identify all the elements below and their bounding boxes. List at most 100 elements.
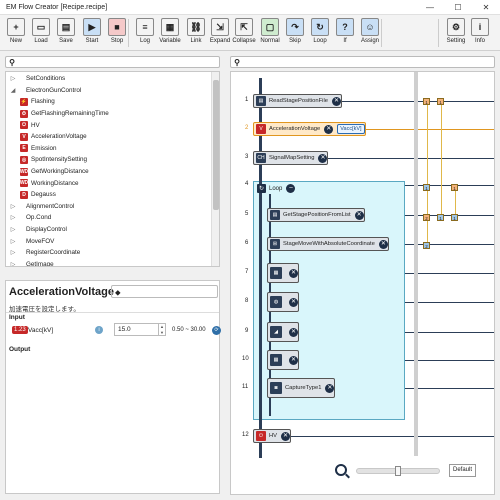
toolbar-start-button[interactable]: ▶ Start (80, 17, 104, 49)
collapsed-arrow-icon[interactable]: ▷ (8, 226, 18, 233)
minimize-button[interactable]: — (416, 0, 444, 15)
toolbar-collapse-button[interactable]: ⇱ Collapse (232, 17, 256, 49)
toolbar-setting-button[interactable]: ⚙ Setting (444, 17, 468, 49)
tree-item[interactable]: E Emission (6, 143, 212, 155)
tree-item-label: Emission (31, 144, 57, 152)
remove-node-icon[interactable]: ✕ (324, 124, 334, 134)
vacc-value-input[interactable]: 15.0 (114, 323, 159, 336)
flow-node[interactable]: ⏻ HV ✕ (253, 429, 292, 443)
flow-node[interactable]: V AccelerationVoltage ✕ Vacc[kV] (253, 122, 366, 136)
tree-item[interactable]: ▷ Op.Cond (6, 212, 212, 224)
variable-tag[interactable]: 1 (437, 214, 444, 221)
variable-tag[interactable]: 2 (423, 214, 430, 221)
toolbar-normal-button[interactable]: ▢ Normal (258, 17, 282, 49)
flow-canvas[interactable]: ↻ Loop − Default 1 2 3 4 5 6 7 8 9 10 11 12 ▤ ReadSta… (230, 71, 495, 495)
toolbar-expand-button[interactable]: ⇲ Expand (208, 17, 232, 49)
tree-scrollbar[interactable] (211, 72, 219, 266)
toolbar-label: Loop (313, 38, 327, 44)
collapsed-arrow-icon[interactable]: ▷ (8, 203, 18, 210)
collapse-icon: ⇱ (235, 18, 253, 36)
flow-node[interactable]: ▤ ReadStagePositionFile ✕ (253, 94, 342, 108)
zoom-slider-thumb[interactable] (395, 466, 401, 476)
loop-header[interactable]: ↻ Loop − (257, 184, 296, 193)
tag-field[interactable]: ⬥ (111, 285, 218, 298)
tree-item[interactable]: ◎ SpotIntensitySetting (6, 154, 212, 166)
toolbar-new-button[interactable]: + New (4, 17, 28, 49)
maximize-button[interactable]: ☐ (444, 0, 472, 15)
close-button[interactable]: ✕ (472, 0, 500, 15)
remove-node-icon[interactable]: ✕ (289, 268, 298, 278)
tree-item[interactable]: ▷ GetImage (6, 259, 212, 266)
remove-node-icon[interactable]: ✕ (289, 355, 298, 365)
flow-node[interactable]: ⊞ StageMoveWithAbsoluteCoordinate ✕ (267, 237, 389, 251)
variable-lane-divider[interactable] (414, 72, 418, 456)
toolbar-if-button[interactable]: ? If (333, 17, 357, 49)
row-number: 6 (245, 240, 249, 246)
toolbar-assign-button[interactable]: ☺ Assign (358, 17, 382, 49)
remove-node-icon[interactable]: ✕ (331, 96, 341, 106)
flow-node[interactable]: ◢ ✕ (267, 322, 299, 342)
remove-node-icon[interactable]: ✕ (378, 239, 388, 249)
collapsed-arrow-icon[interactable]: ▷ (8, 261, 18, 266)
input-section-label: Input (9, 314, 25, 321)
collapsed-arrow-icon[interactable]: ▷ (8, 214, 18, 221)
flow-node[interactable]: ▦ ✕ (267, 263, 299, 283)
link-variable-icon[interactable]: ⟳ (212, 326, 221, 335)
toolbar-log-button[interactable]: ≡ Log (133, 17, 157, 49)
flow-node[interactable]: ◍ ✕ (267, 292, 299, 312)
zoom-default-button[interactable]: Default (449, 464, 476, 477)
tree-scroll-thumb[interactable] (213, 80, 219, 210)
toolbar-variable-button[interactable]: ▦ Variable (158, 17, 182, 49)
collapse-loop-icon[interactable]: − (286, 184, 296, 193)
stop-icon: ■ (108, 18, 126, 36)
tree-item[interactable]: ▷ MoveFOV (6, 235, 212, 247)
flow-search-box[interactable]: ⚲ (230, 56, 495, 68)
tree-item[interactable]: WD GetWorkingDistance (6, 166, 212, 178)
variable-tag[interactable]: 1 (451, 214, 458, 221)
toolbar-save-button[interactable]: ▤ Save (54, 17, 78, 49)
variable-tag[interactable]: 2 (423, 242, 430, 249)
tree-item[interactable]: ▷ RegisterCoordinate (6, 247, 212, 259)
remove-node-icon[interactable]: ✕ (289, 327, 298, 337)
vacc-spinner[interactable]: ▲ ▼ (159, 323, 166, 336)
tree-search-box[interactable]: ⚲ (5, 56, 220, 68)
remove-node-icon[interactable]: ✕ (318, 153, 328, 163)
tree-item-label: MoveFOV (26, 237, 55, 245)
info-icon[interactable]: i (95, 326, 103, 334)
collapsed-arrow-icon[interactable]: ▷ (8, 238, 18, 245)
tree-item[interactable]: ▷ AlignmentControl (6, 201, 212, 213)
variable-tag[interactable]: 1 (437, 98, 444, 105)
toolbar-loop-button[interactable]: ↻ Loop (308, 17, 332, 49)
tree-item[interactable]: D Degauss (6, 189, 212, 201)
remove-node-icon[interactable]: ✕ (325, 383, 335, 393)
tree-item[interactable]: ▷ SetConditions (6, 73, 212, 85)
row-number: 11 (242, 384, 249, 390)
toolbar-link-button[interactable]: ⛓ Link (184, 17, 208, 49)
variable-tag[interactable]: 1 (423, 98, 430, 105)
remove-node-icon[interactable]: ✕ (289, 297, 298, 307)
variable-tag[interactable]: 1 (451, 184, 458, 191)
tree-item[interactable]: ⏻ HV (6, 119, 212, 131)
toolbar-label: Expand (209, 38, 231, 44)
remove-node-icon[interactable]: ✕ (281, 431, 291, 441)
collapsed-arrow-icon[interactable]: ▷ (8, 249, 18, 256)
tree-item[interactable]: WD WorkingDistance (6, 177, 212, 189)
toolbar-skip-button[interactable]: ↷ Skip (283, 17, 307, 49)
expanded-arrow-icon[interactable]: ◢ (8, 87, 18, 94)
tree-item[interactable]: ⚡ Flashing (6, 96, 212, 108)
flow-node[interactable]: ▤ GetStagePositionFromList ✕ (267, 208, 365, 222)
toolbar-stop-button[interactable]: ■ Stop (105, 17, 129, 49)
tree-item[interactable]: ⏱ GetFlashingRemainingTime (6, 108, 212, 120)
flow-node[interactable]: CH SignalMapSetting ✕ (253, 151, 329, 165)
flow-node[interactable]: ▦ ✕ (267, 350, 299, 370)
flow-node[interactable]: ◙ CaptureType1 ✕ (267, 378, 336, 398)
tree-item[interactable]: ◢ ElectronGunControl (6, 85, 212, 97)
toolbar-load-button[interactable]: ▭ Load (29, 17, 53, 49)
variable-tag[interactable]: 1 (423, 184, 430, 191)
variable-chip[interactable]: Vacc[kV] (337, 124, 365, 134)
toolbar-info-button[interactable]: i Info (468, 17, 492, 49)
remove-node-icon[interactable]: ✕ (354, 210, 364, 220)
tree-item[interactable]: ▷ DisplayControl (6, 224, 212, 236)
collapsed-arrow-icon[interactable]: ▷ (8, 75, 18, 82)
tree-item[interactable]: V AccelerationVoltage (6, 131, 212, 143)
